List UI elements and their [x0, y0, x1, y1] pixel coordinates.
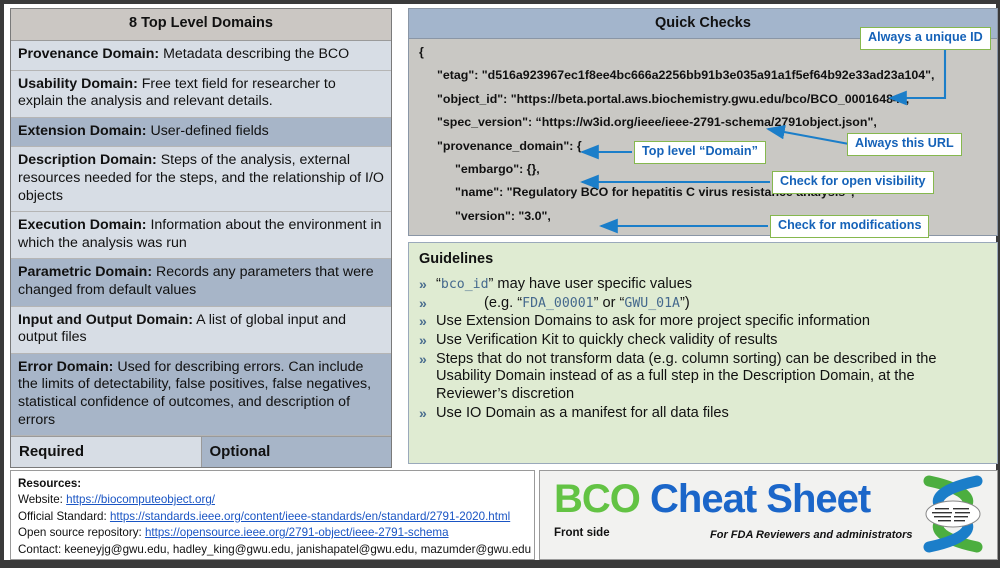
table-row: Provenance Domain: Metadata describing t…: [11, 40, 391, 71]
callout-always-this-url: Always this URL: [847, 133, 962, 156]
brand-subtitle: For FDA Reviewers and administrators: [710, 529, 913, 541]
json-line: "object_id": "https://beta.portal.aws.bi…: [437, 91, 910, 106]
guideline-text: Use Verification Kit to quickly check va…: [436, 332, 987, 350]
guidelines-panel: Guidelines » “bco_id” may have user speci…: [408, 242, 998, 464]
domain-term: Error Domain:: [18, 358, 114, 375]
brand-box: BCO Cheat Sheet Front side For FDA Revie…: [539, 470, 998, 560]
table-row: Extension Domain: User-defined fields: [11, 117, 391, 148]
callout-open-visibility: Check for open visibility: [772, 171, 934, 194]
brand-title: BCO Cheat Sheet: [554, 477, 871, 522]
brand-cheat-sheet: Cheat Sheet: [650, 477, 871, 521]
standard-label: Official Standard:: [18, 509, 110, 523]
domain-term: Input and Output Domain:: [18, 311, 193, 328]
table-row: Description Domain: Steps of the analysi…: [11, 147, 391, 213]
guideline-bullet-icon: »: [419, 313, 427, 330]
domain-term: Extension Domain:: [18, 122, 147, 139]
guideline-item: » Use IO Domain as a manifest for all dat…: [419, 405, 987, 423]
guideline-text: “bco_id” may have user specific values: [436, 276, 987, 294]
domain-term: Provenance Domain:: [18, 45, 160, 62]
guideline-fragment: ” may have user specific values: [488, 276, 693, 292]
standard-link[interactable]: https://standards.ieee.org/content/ieee-…: [110, 510, 510, 523]
guideline-text: Use IO Domain as a manifest for all data…: [436, 405, 987, 423]
table-row: Parametric Domain: Records any parameter…: [11, 259, 391, 307]
legend-required: Required: [11, 437, 202, 468]
guideline-item: » Use Verification Kit to quickly check v…: [419, 332, 987, 350]
json-line: "spec_version": “https://w3id.org/ieee/i…: [437, 115, 877, 130]
guideline-item: » “bco_id” may have user specific values: [419, 276, 987, 294]
domain-description: User-defined fields: [146, 122, 269, 139]
guideline-fragment: Use IO Domain as a manifest for all data…: [436, 404, 729, 421]
guideline-fragment: Use Verification Kit to quickly check va…: [436, 331, 778, 348]
brand-front-side: Front side: [554, 527, 610, 539]
guideline-text: Use Extension Domains to ask for more pr…: [436, 313, 987, 331]
guideline-item: » (e.g. “FDA_00001” or “GWU_01A”): [419, 295, 987, 313]
resource-contact: Contact: keeneyjg@gwu.edu, hadley_king@g…: [18, 542, 532, 556]
guideline-fragment: Use Extension Domains to ask for more pr…: [436, 313, 870, 330]
domain-term: Parametric Domain:: [18, 264, 153, 281]
guideline-code: bco_id: [440, 277, 489, 292]
guideline-bullet-icon: »: [419, 276, 427, 292]
resources-box: Resources: Website: https://biocomputeob…: [10, 470, 535, 560]
guideline-fragment: ” or “: [593, 294, 625, 311]
legend-optional: Optional: [201, 437, 391, 468]
repository-link[interactable]: https://opensource.ieee.org/2791-object/…: [145, 526, 449, 539]
guideline-fragment: (e.g. “: [484, 294, 523, 311]
domains-table-body: Provenance Domain: Metadata describing t…: [11, 40, 391, 437]
domain-term: Description Domain:: [18, 152, 157, 169]
guideline-code: FDA_00001: [522, 295, 594, 311]
resource-repository: Open source repository: https://opensour…: [18, 525, 527, 541]
table-row: Input and Output Domain: A list of globa…: [11, 306, 391, 354]
brand-bco: BCO: [554, 477, 641, 521]
guideline-bullet-icon: »: [419, 294, 427, 311]
domains-table-title: 8 Top Level Domains: [11, 9, 391, 41]
resource-website: Website: https://biocomputeobject.org/: [18, 492, 527, 508]
guideline-text: (e.g. “FDA_00001” or “GWU_01A”): [436, 295, 987, 313]
guidelines-list: » “bco_id” may have user specific values»…: [419, 276, 987, 422]
dna-helix-icon: [915, 475, 991, 558]
guideline-fragment: ”): [679, 294, 690, 311]
callout-top-level-domain: Top level “Domain”: [634, 141, 766, 164]
website-link[interactable]: https://biocomputeobject.org/: [66, 493, 215, 506]
guideline-fragment: Steps that do not transform data (e.g. c…: [436, 350, 937, 402]
quick-checks-json: {"etag": "d516a923967ec1f8ee4bc666a2256b…: [409, 39, 997, 223]
domain-term: Execution Domain:: [18, 217, 147, 234]
guideline-bullet-icon: »: [419, 404, 427, 421]
guideline-item: » Steps that do not transform data (e.g. …: [419, 351, 987, 404]
cheat-sheet-page: 8 Top Level Domains Provenance Domain: M…: [0, 0, 1000, 564]
resources-title: Resources:: [18, 477, 82, 490]
website-label: Website:: [18, 493, 67, 507]
footer: Resources: Website: https://biocomputeob…: [10, 470, 998, 560]
table-row: Usability Domain: Free text field for re…: [11, 70, 391, 118]
guidelines-title: Guidelines: [419, 251, 494, 267]
domains-table: 8 Top Level Domains Provenance Domain: M…: [10, 8, 392, 469]
guideline-text: Steps that do not transform data (e.g. c…: [436, 351, 987, 404]
guideline-item: » Use Extension Domains to ask for more p…: [419, 313, 987, 331]
domain-description: Metadata describing the BCO: [159, 45, 350, 62]
callout-unique-id: Always a unique ID: [860, 27, 991, 50]
table-row: Execution Domain: Information about the …: [11, 212, 391, 260]
resource-standard: Official Standard: https://standards.iee…: [18, 509, 527, 525]
guideline-bullet-icon: »: [419, 331, 427, 348]
callout-check-modifications: Check for modifications: [770, 215, 930, 238]
repo-label: Open source repository:: [18, 526, 145, 540]
table-row: Error Domain: Used for describing errors…: [11, 353, 391, 437]
guideline-bullet-icon: »: [419, 350, 427, 367]
domains-table-legend: Required Optional: [11, 436, 391, 468]
guideline-code: GWU_01A: [624, 295, 680, 311]
json-line: "etag": "d516a923967ec1f8ee4bc666a2256bb…: [437, 68, 935, 83]
domain-term: Usability Domain:: [18, 75, 138, 92]
